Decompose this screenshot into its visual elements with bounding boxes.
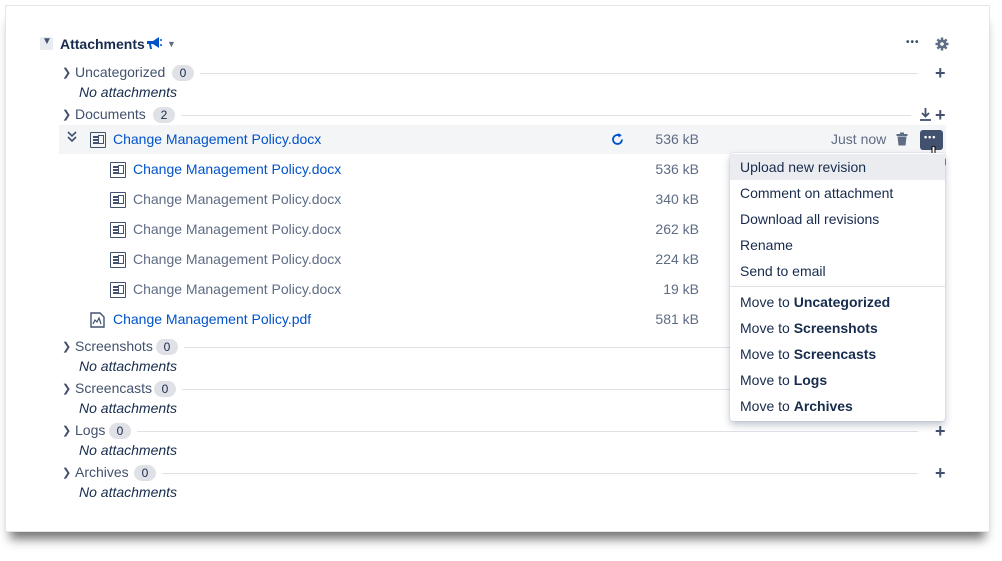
move-prefix: Move to bbox=[740, 372, 794, 388]
more-icon: ••• bbox=[924, 132, 937, 142]
count-badge: 0 bbox=[172, 65, 194, 81]
move-prefix: Move to bbox=[740, 398, 794, 414]
chevron-down-icon[interactable]: ❯ bbox=[62, 466, 71, 479]
double-chevron-icon[interactable] bbox=[66, 130, 78, 144]
more-options-button[interactable]: ••• bbox=[906, 37, 920, 48]
plus-icon[interactable]: + bbox=[935, 422, 946, 440]
revision-link[interactable]: Change Management Policy.docx bbox=[133, 191, 341, 207]
count-badge: 0 bbox=[134, 465, 156, 481]
gear-icon[interactable] bbox=[935, 37, 949, 51]
empty-text: No attachments bbox=[79, 84, 178, 100]
section-title[interactable]: Logs bbox=[75, 422, 105, 438]
chevron-down-icon[interactable]: ❯ bbox=[62, 382, 71, 395]
empty-text: No attachments bbox=[79, 400, 178, 416]
file-icon bbox=[110, 252, 126, 268]
move-prefix: Move to bbox=[740, 320, 794, 336]
menu-divider bbox=[730, 286, 945, 287]
divider bbox=[184, 347, 734, 348]
menu-item-move-archives[interactable]: Move to Archives bbox=[730, 393, 945, 419]
revision-link[interactable]: Change Management Policy.docx bbox=[133, 161, 341, 177]
menu-item-move-screenshots[interactable]: Move to Screenshots bbox=[730, 315, 945, 341]
revision-link[interactable]: Change Management Policy.docx bbox=[133, 281, 341, 297]
revision-link[interactable]: Change Management Policy.docx bbox=[133, 221, 341, 237]
menu-item-move-logs[interactable]: Move to Logs bbox=[730, 367, 945, 393]
menu-item-rename[interactable]: Rename bbox=[730, 232, 945, 258]
empty-text: No attachments bbox=[79, 442, 178, 458]
count-badge: 0 bbox=[156, 339, 178, 355]
divider bbox=[137, 431, 918, 432]
chevron-down-icon[interactable]: ❯ bbox=[62, 66, 71, 79]
move-target: Screencasts bbox=[793, 346, 877, 362]
trash-icon[interactable] bbox=[896, 132, 908, 146]
section-title[interactable]: Screenshots bbox=[75, 338, 153, 354]
revision-size: 19 kB bbox=[663, 281, 699, 297]
revision-size: 340 kB bbox=[655, 191, 699, 207]
file-timestamp: Just now bbox=[831, 131, 887, 147]
count-badge: 0 bbox=[154, 381, 176, 397]
context-menu: Upload new revision Comment on attachmen… bbox=[730, 153, 945, 421]
chevron-down-icon[interactable]: ❯ bbox=[62, 424, 71, 437]
pdf-icon bbox=[90, 312, 105, 328]
revision-size: 224 kB bbox=[655, 251, 699, 267]
caret-down-icon[interactable]: ▼ bbox=[167, 39, 176, 49]
plus-icon[interactable]: + bbox=[935, 464, 946, 482]
section-title[interactable]: Documents bbox=[75, 106, 146, 122]
empty-text: No attachments bbox=[79, 484, 178, 500]
file-icon bbox=[110, 162, 126, 178]
attachments-panel: ▼ Attachments ▼ ••• ❯ Uncategorized 0 + … bbox=[6, 6, 989, 531]
empty-text: No attachments bbox=[79, 358, 178, 374]
revision-size: 262 kB bbox=[655, 221, 699, 237]
count-badge: 2 bbox=[153, 107, 175, 123]
menu-item-upload-new-revision[interactable]: Upload new revision bbox=[730, 154, 945, 180]
divider bbox=[181, 115, 911, 116]
menu-item-download-all[interactable]: Download all revisions bbox=[730, 206, 945, 232]
file-size: 536 kB bbox=[655, 131, 699, 147]
file-size: 581 kB bbox=[655, 311, 699, 327]
refresh-icon[interactable] bbox=[610, 132, 625, 147]
file-icon bbox=[110, 222, 126, 238]
count-badge: 0 bbox=[109, 423, 131, 439]
megaphone-icon[interactable] bbox=[145, 35, 163, 51]
move-prefix: Move to bbox=[740, 294, 794, 310]
revision-link[interactable]: Change Management Policy.docx bbox=[133, 251, 341, 267]
menu-item-comment[interactable]: Comment on attachment bbox=[730, 180, 945, 206]
divider bbox=[162, 473, 918, 474]
divider bbox=[182, 389, 734, 390]
header-collapse-button[interactable]: ▼ bbox=[40, 36, 53, 50]
section-title[interactable]: Archives bbox=[75, 464, 129, 480]
move-target: Screenshots bbox=[793, 320, 878, 336]
chevron-down-icon[interactable]: ❯ bbox=[62, 108, 71, 121]
divider bbox=[200, 73, 918, 74]
plus-icon[interactable]: + bbox=[935, 106, 946, 124]
chevron-down-icon[interactable]: ❯ bbox=[62, 340, 71, 353]
plus-icon[interactable]: + bbox=[935, 64, 946, 82]
file-icon bbox=[110, 192, 126, 208]
chevron-down-icon: ▼ bbox=[42, 36, 52, 47]
file-icon bbox=[110, 282, 126, 298]
file-icon bbox=[90, 132, 106, 148]
section-title[interactable]: Screencasts bbox=[75, 380, 152, 396]
download-icon[interactable] bbox=[919, 107, 932, 121]
file-link[interactable]: Change Management Policy.pdf bbox=[113, 311, 311, 327]
menu-item-send-email[interactable]: Send to email bbox=[730, 258, 945, 284]
menu-item-move-screencasts[interactable]: Move to Screencasts bbox=[730, 341, 945, 367]
move-prefix: Move to bbox=[740, 346, 794, 362]
section-title[interactable]: Uncategorized bbox=[75, 64, 165, 80]
menu-item-move-uncategorized[interactable]: Move to Uncategorized bbox=[730, 289, 945, 315]
page-title: Attachments bbox=[60, 36, 145, 52]
move-target: Logs bbox=[793, 372, 828, 388]
revision-size: 536 kB bbox=[655, 161, 699, 177]
file-link[interactable]: Change Management Policy.docx bbox=[113, 131, 321, 147]
move-target: Uncategorized bbox=[793, 294, 891, 310]
move-target: Archives bbox=[793, 398, 853, 414]
